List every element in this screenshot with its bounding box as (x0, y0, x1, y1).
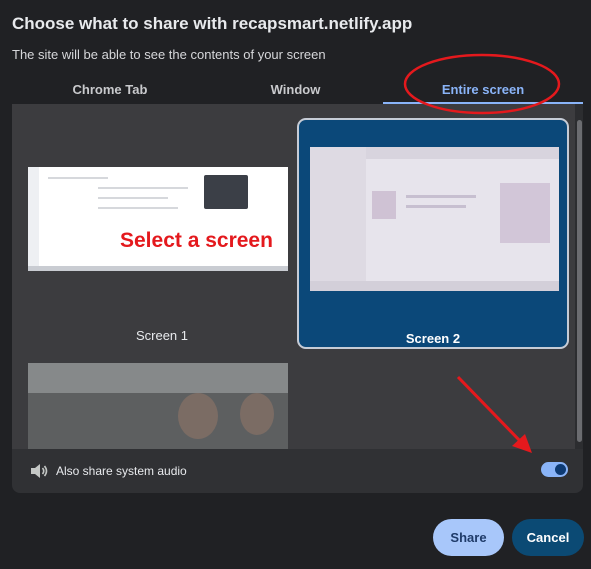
screen-grid: Select a screen Screen 1 Screen 2 (12, 104, 575, 449)
thumbnail-image (500, 183, 550, 243)
screen-2-label: Screen 2 (405, 331, 461, 346)
tab-entire-screen[interactable]: Entire screen (383, 76, 583, 102)
screen-picker-panel: Select a screen Screen 1 Screen 2 Also s… (12, 104, 583, 493)
thumbnail-taskbar (28, 266, 288, 271)
system-audio-label: Also share system audio (56, 464, 187, 478)
thumbnail-face (240, 393, 274, 435)
thumbnail-sky (28, 363, 288, 393)
tab-window[interactable]: Window (208, 76, 383, 102)
thumbnail-line (406, 205, 466, 208)
thumbnail-line (406, 195, 476, 198)
system-audio-row: Also share system audio (12, 449, 583, 493)
thumbnail-sidebar (28, 167, 39, 271)
thumbnail-window (204, 175, 248, 209)
thumbnail-image (372, 191, 396, 219)
select-a-screen-annotation: Select a screen (120, 229, 273, 252)
share-button[interactable]: Share (433, 519, 504, 556)
thumbnail-player-bar (310, 281, 559, 291)
thumbnail-line (98, 207, 178, 209)
dialog-subtitle: The site will be able to see the content… (12, 47, 326, 62)
thumbnail-line (48, 177, 108, 179)
thumbnail-line (98, 187, 188, 189)
screen-3-thumbnail[interactable] (28, 363, 288, 449)
screen-2-tile[interactable]: Screen 2 (297, 118, 569, 349)
scrollbar-thumb[interactable] (577, 120, 582, 442)
screen-2-thumbnail (310, 147, 559, 291)
system-audio-toggle[interactable] (541, 462, 568, 477)
speaker-icon (31, 464, 48, 478)
toggle-knob (555, 464, 566, 475)
thumbnail-sidebar (310, 147, 366, 291)
screen-1-thumbnail[interactable] (28, 167, 288, 271)
tab-chrome-tab[interactable]: Chrome Tab (12, 76, 208, 102)
dialog-title: Choose what to share with recapsmart.net… (12, 14, 413, 33)
tab-bar: Chrome Tab Window Entire screen (12, 76, 583, 104)
screen-1-label: Screen 1 (135, 328, 189, 343)
cancel-button[interactable]: Cancel (512, 519, 584, 556)
thumbnail-line (98, 197, 168, 199)
thumbnail-face (178, 393, 218, 439)
